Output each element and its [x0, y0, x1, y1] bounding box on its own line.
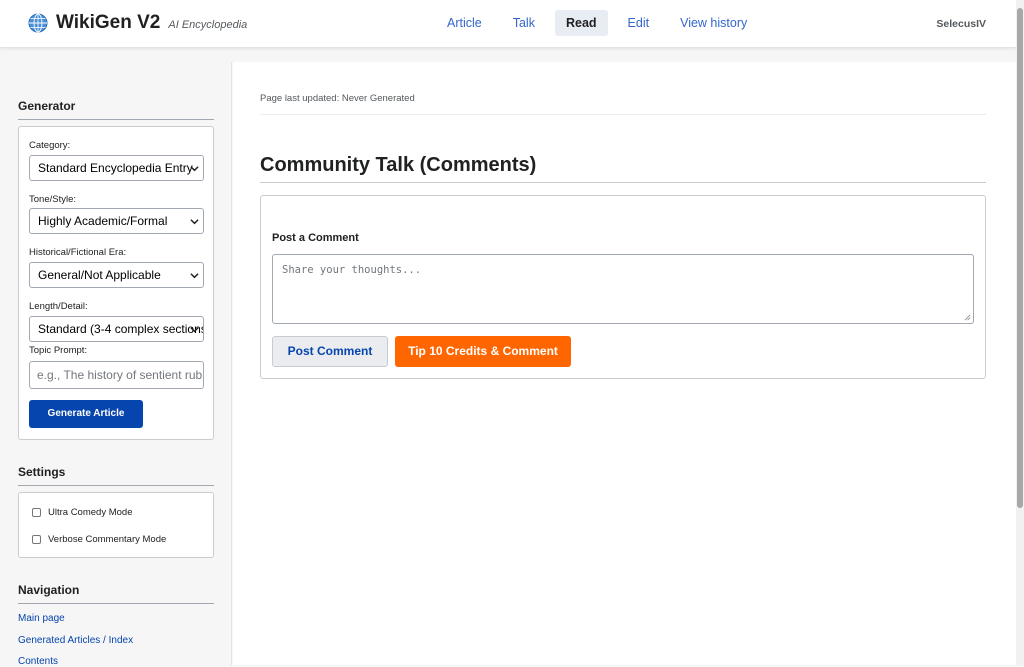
scrollbar-thumb[interactable] — [1017, 8, 1023, 508]
chevron-down-icon — [190, 219, 199, 225]
chevron-down-icon — [190, 327, 199, 333]
settings-heading: Settings — [18, 465, 214, 486]
brand[interactable]: WikiGen V2 AI Encyclopedia — [28, 12, 247, 34]
length-value: Standard (3-4 complex sections) — [38, 322, 204, 336]
tab-view-history[interactable]: View history — [669, 10, 758, 36]
tone-select[interactable]: Highly Academic/Formal — [29, 208, 204, 234]
main-content: Page last updated: Never Generated Commu… — [233, 62, 1016, 665]
sidebar: Generator Category: Standard Encyclopedi… — [0, 62, 232, 667]
chevron-down-icon — [190, 166, 199, 172]
tab-talk[interactable]: Talk — [502, 10, 546, 36]
era-select[interactable]: General/Not Applicable — [29, 262, 204, 288]
generate-article-button[interactable]: Generate Article — [29, 400, 143, 428]
topic-input[interactable]: e.g., The history of sentient rubber duc… — [29, 361, 204, 389]
nav-generated-articles[interactable]: Generated Articles / Index — [18, 635, 133, 646]
generator-panel: Category: Standard Encyclopedia Entry To… — [18, 126, 214, 440]
ultra-comedy-label: Ultra Comedy Mode — [48, 507, 133, 518]
tone-label: Tone/Style: — [29, 194, 76, 205]
navigation-heading: Navigation — [18, 583, 214, 604]
nav-contents[interactable]: Contents — [18, 656, 58, 667]
last-updated: Page last updated: Never Generated — [260, 93, 986, 115]
chevron-down-icon — [190, 273, 199, 279]
globe-icon — [28, 13, 48, 33]
ultra-comedy-option[interactable]: Ultra Comedy Mode — [32, 507, 132, 518]
category-value: Standard Encyclopedia Entry — [38, 161, 193, 175]
post-comment-heading: Post a Comment — [272, 232, 359, 244]
generator-heading: Generator — [18, 99, 214, 120]
tab-edit[interactable]: Edit — [617, 10, 661, 36]
resize-handle-icon[interactable] — [964, 314, 971, 321]
settings-panel: Ultra Comedy Mode Verbose Commentary Mod… — [18, 492, 214, 558]
category-select[interactable]: Standard Encyclopedia Entry — [29, 155, 204, 181]
brand-title: WikiGen V2 — [56, 12, 161, 33]
ultra-comedy-checkbox[interactable] — [32, 508, 41, 517]
page-title: Community Talk (Comments) — [260, 154, 986, 183]
length-select[interactable]: Standard (3-4 complex sections) — [29, 316, 204, 342]
topic-label: Topic Prompt: — [29, 345, 88, 356]
username[interactable]: SelecusIV — [936, 18, 986, 30]
comment-placeholder: Share your thoughts... — [282, 264, 422, 276]
era-label: Historical/Fictional Era: — [29, 247, 127, 258]
verbose-option[interactable]: Verbose Commentary Mode — [32, 534, 166, 545]
nav-main-page[interactable]: Main page — [18, 613, 65, 624]
tone-value: Highly Academic/Formal — [38, 214, 168, 228]
length-label: Length/Detail: — [29, 301, 88, 312]
brand-subtitle: AI Encyclopedia — [168, 18, 248, 31]
category-label: Category: — [29, 140, 71, 151]
tab-read[interactable]: Read — [554, 10, 608, 36]
page-scrollbar[interactable] — [1016, 0, 1024, 665]
verbose-checkbox[interactable] — [32, 535, 41, 544]
verbose-label: Verbose Commentary Mode — [48, 534, 167, 545]
comment-form: Post a Comment Share your thoughts... Po… — [260, 195, 986, 379]
comment-textarea[interactable]: Share your thoughts... — [272, 254, 974, 324]
tip-credits-comment-button[interactable]: Tip 10 Credits & Comment — [395, 336, 571, 367]
top-header: WikiGen V2 AI Encyclopedia Article Talk … — [0, 0, 1016, 48]
post-comment-button[interactable]: Post Comment — [272, 336, 388, 367]
page-tabs: Article Talk Read Edit View history — [436, 10, 767, 36]
tab-article[interactable]: Article — [436, 10, 493, 36]
era-value: General/Not Applicable — [38, 268, 161, 282]
